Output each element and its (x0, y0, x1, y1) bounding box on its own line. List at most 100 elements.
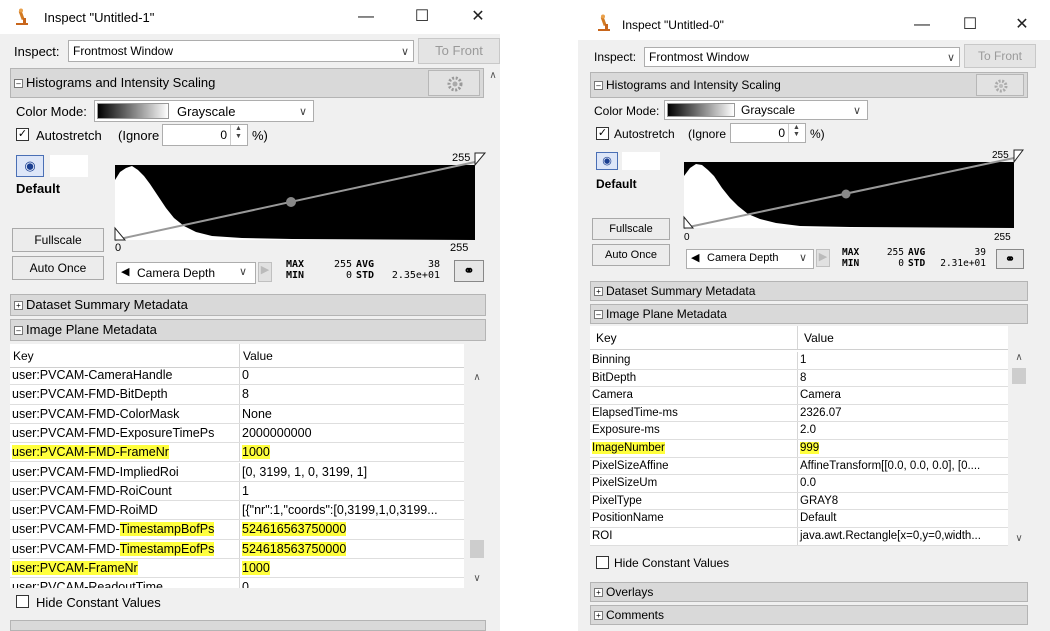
triangle-right-icon[interactable]: ▶ (258, 262, 272, 282)
spinner-arrows-icon[interactable]: ▲ ▼ (230, 125, 246, 145)
table-row[interactable]: user:PVCAM-FMD-FrameNr 1000 (10, 443, 464, 463)
ignore-percent-spinner[interactable]: 0 ▲ ▼ (162, 124, 248, 146)
table-row[interactable]: ROI java.awt.Rectangle[x=0,y=0,width... (590, 528, 1008, 546)
table-row[interactable]: Camera Camera (590, 387, 1008, 405)
table-row[interactable]: Exposure-ms 2.0 (590, 422, 1008, 440)
value-text: 524616563750000 (242, 522, 347, 537)
hide-constant-checkbox[interactable] (596, 556, 609, 569)
overlays-header[interactable]: + Overlays (590, 582, 1028, 602)
to-front-button[interactable]: To Front (418, 38, 500, 64)
close-button[interactable]: ✕ (460, 4, 496, 30)
value-text: 1000 (242, 561, 270, 575)
table-row[interactable]: user:PVCAM-FMD-RoiMD [{"nr":1,"coords":[0… (10, 501, 464, 521)
color-mode-value: Grayscale (741, 103, 796, 117)
eye-visibility-icon[interactable]: ◉ (16, 155, 44, 177)
settings-gear-button[interactable] (976, 74, 1024, 96)
table-row[interactable]: ElapsedTime-ms 2326.07 (590, 404, 1008, 423)
triangle-left-icon[interactable]: ◀ (691, 251, 699, 264)
table-row[interactable]: user:PVCAM-FMD-BitDepth 8 (10, 385, 464, 405)
key-cell: user:PVCAM-FMD-ExposureTimePs (10, 423, 240, 443)
link-icon: ⚭ (1004, 252, 1016, 266)
scroll-down-icon[interactable]: ∨ (468, 573, 486, 584)
comments-header[interactable]: + Comments (590, 605, 1028, 625)
table-row[interactable]: user:PVCAM-FMD-TimestampEofPs 52461856375… (10, 539, 464, 559)
table-row[interactable]: user:PVCAM-CameraHandle 0 (10, 366, 464, 386)
eye-visibility-icon[interactable]: ◉ (596, 152, 618, 170)
dataset-summary-header[interactable]: + Dataset Summary Metadata (10, 294, 486, 316)
max-label: MAX (842, 247, 860, 258)
image-plane-header[interactable]: – Image Plane Metadata (590, 304, 1028, 324)
close-button[interactable]: ✕ (1004, 12, 1040, 38)
histogram-panel-header[interactable]: – Histograms and Intensity Scaling (10, 68, 484, 98)
inspect-select[interactable]: Frontmost Window ∨ (68, 40, 414, 62)
table-row[interactable]: user:PVCAM-FrameNr 1000 (10, 559, 464, 579)
collapse-icon: – (594, 310, 603, 320)
link-button[interactable]: ⚭ (996, 249, 1024, 269)
settings-gear-button[interactable] (428, 70, 480, 96)
table-row[interactable]: ImageNumber 999 (590, 440, 1008, 458)
ignore-percent-value: 0 (220, 128, 227, 142)
maximize-button[interactable]: ☐ (404, 4, 440, 30)
table-row[interactable]: user:PVCAM-FMD-ColorMask None (10, 404, 464, 424)
to-front-button[interactable]: To Front (964, 44, 1036, 68)
auto-once-button[interactable]: Auto Once (12, 256, 104, 280)
autostretch-checkbox[interactable]: ✓ (16, 128, 29, 141)
table-row[interactable]: Binning 1 (590, 352, 1008, 370)
table-scrollbar[interactable]: ∧ ∨ (1010, 350, 1028, 546)
color-mode-label: Color Mode: (594, 104, 660, 118)
minimize-button[interactable]: — (904, 12, 940, 38)
color-mode-select[interactable]: Grayscale ∨ (94, 100, 314, 122)
camera-depth-select[interactable]: ◀ Camera Depth ∨ ▶ (116, 262, 272, 284)
panel-scrollbar[interactable]: ∧ (486, 68, 500, 628)
key-column-header[interactable]: Key (10, 344, 240, 367)
table-row[interactable]: user:PVCAM-FMD-ImpliedRoi [0, 3199, 1, 0,… (10, 462, 464, 482)
histogram-plot[interactable]: 255 0 255 (680, 146, 1026, 246)
channel-color-swatch[interactable] (622, 152, 660, 170)
table-row[interactable]: BitDepth 8 (590, 369, 1008, 388)
table-row[interactable]: PixelType GRAY8 (590, 492, 1008, 511)
camera-depth-select[interactable]: ◀ Camera Depth ∨ ▶ (686, 249, 830, 269)
value-cell: java.awt.Rectangle[x=0,y=0,width... (798, 528, 1008, 545)
ignore-percent-spinner[interactable]: 0 ▲ ▼ (730, 123, 806, 143)
table-row[interactable]: user:PVCAM-ReadoutTime 0 (10, 578, 464, 588)
table-scrollbar[interactable]: ∧ ∨ (468, 368, 486, 588)
link-button[interactable]: ⚭ (454, 260, 484, 282)
autostretch-checkbox[interactable]: ✓ (596, 127, 609, 140)
dataset-summary-header[interactable]: + Dataset Summary Metadata (590, 281, 1028, 301)
chevron-down-icon: ∨ (799, 252, 808, 264)
channel-color-swatch[interactable] (50, 155, 88, 177)
scroll-up-icon[interactable]: ∧ (1010, 352, 1028, 363)
fullscale-button[interactable]: Fullscale (592, 218, 670, 240)
triangle-left-icon[interactable]: ◀ (121, 265, 129, 278)
histogram-panel-header[interactable]: – Histograms and Intensity Scaling (590, 72, 1028, 98)
inspect-select[interactable]: Frontmost Window ∨ (644, 47, 960, 67)
min-label: MIN (842, 258, 860, 269)
auto-once-button[interactable]: Auto Once (592, 244, 670, 266)
scroll-up-icon[interactable]: ∧ (468, 372, 486, 383)
table-row[interactable]: PositionName Default (590, 510, 1008, 528)
table-row[interactable]: user:PVCAM-FMD-TimestampBofPs 52461656375… (10, 520, 464, 540)
fullscale-button[interactable]: Fullscale (12, 228, 104, 252)
value-cell: 2000000000 (240, 424, 464, 442)
color-mode-select[interactable]: Grayscale ∨ (664, 100, 868, 120)
table-row[interactable]: PixelSizeUm 0.0 (590, 475, 1008, 493)
value-column-header[interactable]: Value (798, 326, 1008, 349)
scroll-up-icon[interactable]: ∧ (486, 70, 500, 81)
key-column-header[interactable]: Key (590, 326, 798, 349)
histogram-plot[interactable]: 255 0 255 (112, 150, 488, 258)
hide-constant-checkbox[interactable] (16, 595, 29, 608)
minimize-button[interactable]: — (348, 4, 384, 30)
scroll-down-icon[interactable]: ∨ (1010, 533, 1028, 544)
image-plane-header[interactable]: – Image Plane Metadata (10, 319, 486, 341)
table-row[interactable]: user:PVCAM-FMD-ExposureTimePs 2000000000 (10, 423, 464, 444)
scroll-thumb[interactable] (470, 540, 484, 558)
table-row[interactable]: user:PVCAM-FMD-RoiCount 1 (10, 481, 464, 502)
triangle-right-icon[interactable]: ▶ (816, 249, 830, 267)
spinner-arrows-icon[interactable]: ▲ ▼ (788, 124, 804, 142)
key-cell: BitDepth (590, 369, 798, 387)
value-column-header[interactable]: Value (240, 344, 464, 367)
table-row[interactable]: PixelSizeAffine AffineTransform[[0.0, 0.0… (590, 457, 1008, 476)
scroll-thumb[interactable] (1012, 368, 1026, 384)
maximize-button[interactable]: ☐ (952, 12, 988, 38)
collapsed-panel-header[interactable] (10, 620, 486, 631)
